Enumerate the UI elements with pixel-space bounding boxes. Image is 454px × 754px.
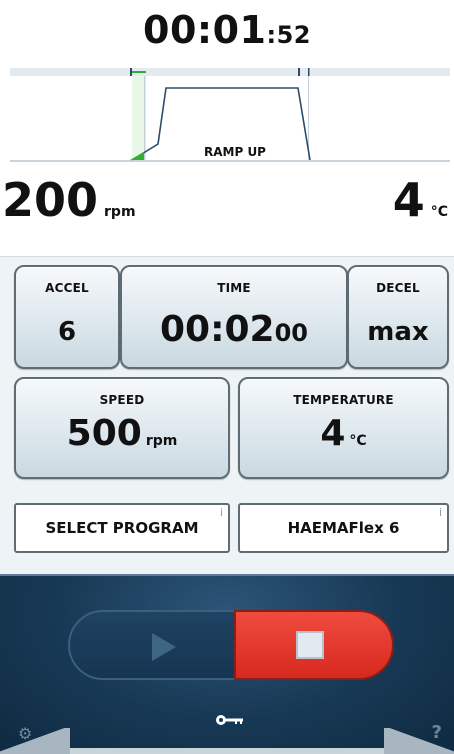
settings-panel: ACCEL 6 TIME 00:0200 DECEL max SPEED 500… (0, 256, 454, 575)
phase-label: RAMP UP (204, 145, 266, 159)
select-program-label: SELECT PROGRAM (45, 519, 199, 537)
time-label: TIME (217, 281, 251, 295)
control-bar: ⚙ ? (0, 574, 454, 754)
current-program-name: HAEMAFlex 6 (287, 519, 400, 537)
time-value-main: 00:02 (160, 309, 275, 350)
speed-value-group: 500 rpm (16, 413, 228, 454)
current-speed: 200 rpm (2, 174, 136, 238)
decel-value: max (367, 317, 429, 347)
current-temperature: 4 °C (393, 174, 448, 238)
temperature-unit: °C (349, 433, 367, 449)
current-speed-unit: rpm (104, 204, 136, 220)
elapsed-time-main: 00:01 (143, 8, 267, 52)
temperature-value-group: 4 °C (240, 413, 447, 454)
accel-label: ACCEL (45, 281, 89, 295)
info-icon[interactable]: i (220, 507, 223, 519)
speed-unit: rpm (145, 433, 178, 449)
speed-label: SPEED (99, 393, 145, 407)
elapsed-time: 00:01:52 (0, 8, 454, 52)
play-icon (152, 633, 176, 661)
current-speed-value: 200 (2, 173, 99, 227)
temperature-button[interactable]: TEMPERATURE 4 °C (238, 377, 449, 479)
bottom-tab-right (384, 728, 454, 754)
decel-button[interactable]: DECEL max (347, 265, 449, 369)
elapsed-band (132, 76, 144, 160)
current-temperature-value: 4 (392, 173, 425, 227)
progress-strip (10, 68, 450, 76)
temperature-value: 4 (320, 413, 346, 454)
key-icon[interactable] (215, 714, 245, 726)
stop-icon (296, 631, 324, 659)
progress-marker (132, 71, 146, 73)
decel-label: DECEL (376, 281, 420, 295)
bottom-tab-strip (70, 748, 384, 754)
time-value-seconds: 00 (274, 319, 308, 347)
stop-button[interactable] (234, 610, 394, 680)
temperature-label: TEMPERATURE (293, 393, 394, 407)
accel-value: 6 (57, 317, 77, 347)
bottom-tab-left (0, 728, 70, 754)
info-icon[interactable]: i (439, 507, 442, 519)
time-value: 00:0200 (122, 309, 346, 350)
speed-value: 500 (66, 413, 142, 454)
accel-button[interactable]: ACCEL 6 (14, 265, 120, 369)
time-button[interactable]: TIME 00:0200 (120, 265, 348, 369)
current-temperature-unit: °C (430, 204, 448, 220)
select-program-button[interactable]: SELECT PROGRAM i (14, 503, 230, 553)
current-program-button[interactable]: HAEMAFlex 6 i (238, 503, 449, 553)
elapsed-time-seconds: :52 (266, 21, 311, 49)
speed-button[interactable]: SPEED 500 rpm (14, 377, 230, 479)
start-button[interactable] (68, 610, 246, 680)
